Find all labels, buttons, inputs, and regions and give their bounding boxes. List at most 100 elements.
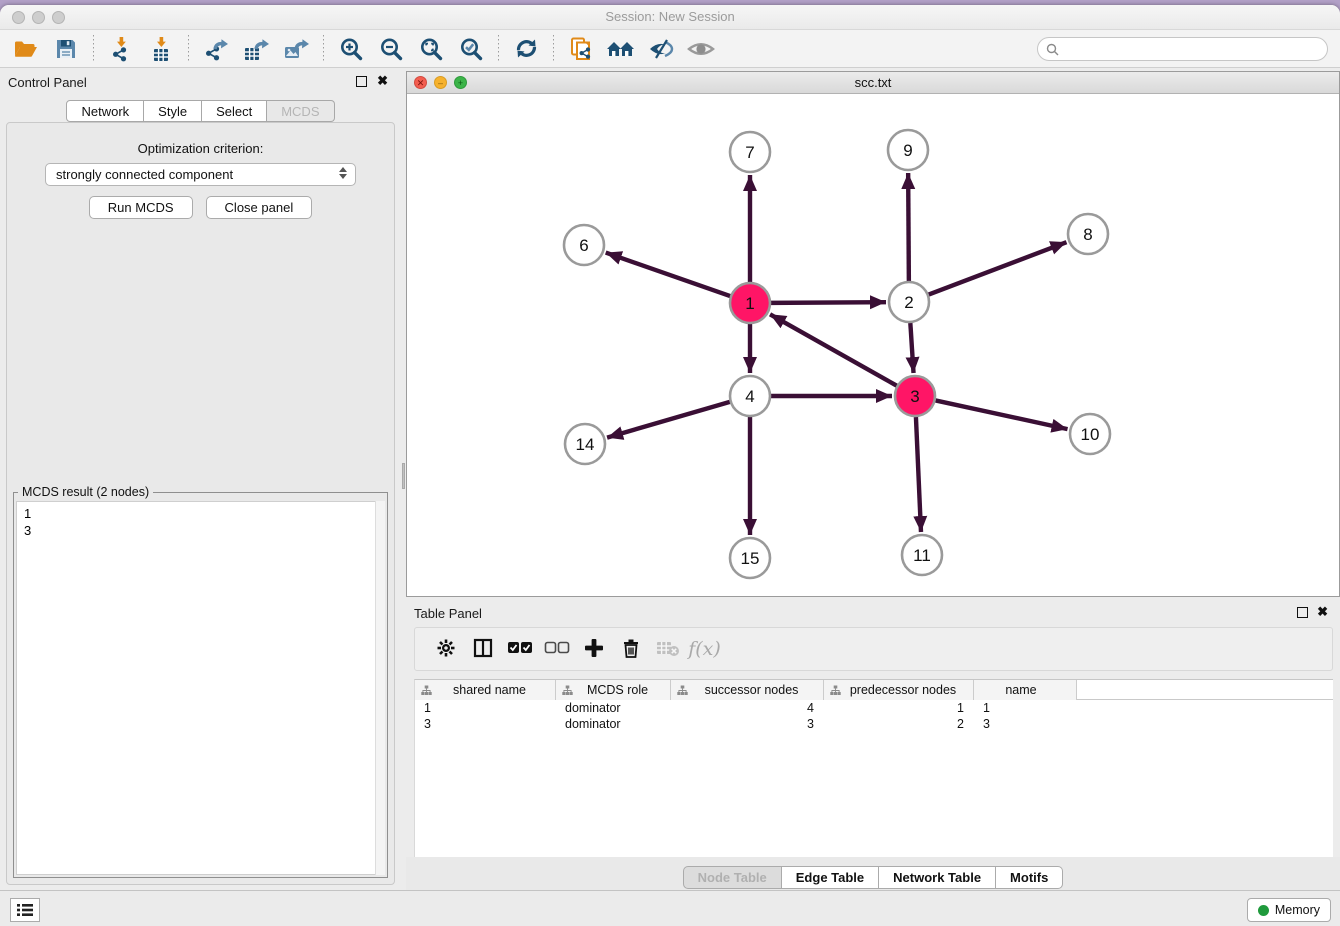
edge-2-9[interactable] bbox=[908, 173, 909, 281]
column-header-name[interactable]: name bbox=[974, 680, 1077, 700]
node-1[interactable]: 1 bbox=[730, 283, 770, 323]
tab-motifs[interactable]: Motifs bbox=[996, 866, 1063, 889]
table-panel-header: Table Panel ✖ bbox=[406, 599, 1340, 625]
delete-table-button bbox=[649, 632, 686, 666]
tab-node-table[interactable]: Node Table bbox=[683, 866, 782, 889]
node-7[interactable]: 7 bbox=[730, 132, 770, 172]
node-label: 15 bbox=[741, 549, 760, 568]
table-row[interactable]: 3dominator323 bbox=[415, 716, 1333, 732]
node-2[interactable]: 2 bbox=[889, 282, 929, 322]
table-panel: Table Panel ✖ f(x) shared nameMCDS roles… bbox=[406, 599, 1340, 895]
column-header-MCDS-role[interactable]: MCDS role bbox=[556, 680, 671, 700]
export-network-button[interactable] bbox=[196, 33, 236, 65]
node-label: 9 bbox=[903, 141, 912, 160]
memory-button[interactable]: Memory bbox=[1247, 898, 1331, 922]
edge-3-1[interactable] bbox=[770, 314, 897, 385]
node-6[interactable]: 6 bbox=[564, 225, 604, 265]
split-columns-button[interactable] bbox=[464, 632, 501, 666]
export-network-icon bbox=[203, 36, 229, 62]
column-header-predecessor-nodes[interactable]: predecessor nodes bbox=[824, 680, 974, 700]
function-builder-button: f(x) bbox=[686, 632, 723, 666]
tab-network-table[interactable]: Network Table bbox=[879, 866, 996, 889]
import-table-icon bbox=[148, 36, 174, 62]
cell: 3 bbox=[671, 716, 824, 732]
table-close-panel-icon[interactable]: ✖ bbox=[1317, 604, 1328, 620]
network-graph[interactable]: 7 9 6 8 1 2 4 3 14 10 15 11 bbox=[407, 94, 1339, 598]
add-button[interactable] bbox=[575, 632, 612, 666]
criterion-select[interactable]: strongly connected component bbox=[45, 163, 356, 186]
hide-visibility-icon bbox=[647, 37, 675, 61]
network-window-title: scc.txt bbox=[407, 75, 1339, 90]
node-3[interactable]: 3 bbox=[895, 376, 935, 416]
tab-network[interactable]: Network bbox=[66, 100, 144, 122]
cell: 2 bbox=[824, 716, 974, 732]
export-image-button[interactable] bbox=[276, 33, 316, 65]
deselect-all-checkboxes-button[interactable] bbox=[538, 632, 575, 666]
zoom-in-button[interactable] bbox=[331, 33, 371, 65]
task-list-icon bbox=[17, 903, 33, 917]
mcds-result-text[interactable]: 1 3 bbox=[16, 501, 385, 875]
show-visibility-button[interactable] bbox=[681, 33, 721, 65]
column-header-successor-nodes[interactable]: successor nodes bbox=[671, 680, 824, 700]
node-9[interactable]: 9 bbox=[888, 130, 928, 170]
task-history-button[interactable] bbox=[10, 898, 40, 922]
network-window-titlebar: ✕ – + scc.txt bbox=[407, 72, 1339, 94]
control-panel-tabs: NetworkStyleSelectMCDS bbox=[0, 100, 401, 122]
toolbar-group bbox=[196, 33, 316, 65]
node-10[interactable]: 10 bbox=[1070, 414, 1110, 454]
tab-select[interactable]: Select bbox=[202, 100, 267, 122]
status-bar: Memory bbox=[0, 890, 1340, 926]
zoom-out-button[interactable] bbox=[371, 33, 411, 65]
delete-trash-button[interactable] bbox=[612, 632, 649, 666]
hide-visibility-button[interactable] bbox=[641, 33, 681, 65]
window-title: Session: New Session bbox=[0, 9, 1340, 24]
import-table-button[interactable] bbox=[141, 33, 181, 65]
select-all-checkboxes-button[interactable] bbox=[501, 632, 538, 666]
open-session-button[interactable] bbox=[6, 33, 46, 65]
edge-3-11[interactable] bbox=[916, 417, 921, 532]
edge-1-6[interactable] bbox=[606, 253, 730, 296]
node-label: 1 bbox=[745, 294, 754, 313]
edge-4-14[interactable] bbox=[607, 402, 730, 438]
apply-layout-icon bbox=[514, 36, 539, 61]
select-all-checkboxes-icon bbox=[507, 641, 533, 658]
search-input[interactable] bbox=[1064, 42, 1327, 57]
show-visibility-icon bbox=[687, 37, 715, 61]
close-panel-button[interactable]: Close panel bbox=[206, 196, 313, 219]
node-15[interactable]: 15 bbox=[730, 538, 770, 578]
edge-3-10[interactable] bbox=[936, 400, 1068, 429]
zoom-selected-button[interactable] bbox=[451, 33, 491, 65]
network-home-button[interactable] bbox=[601, 33, 641, 65]
float-panel-icon[interactable] bbox=[356, 76, 367, 87]
export-table-button[interactable] bbox=[236, 33, 276, 65]
apply-layout-button[interactable] bbox=[506, 33, 546, 65]
tab-mcds[interactable]: MCDS bbox=[267, 100, 334, 122]
column-header-shared-name[interactable]: shared name bbox=[415, 680, 556, 700]
cell: 1 bbox=[824, 700, 974, 716]
import-network-button[interactable] bbox=[101, 33, 141, 65]
clone-network-button[interactable] bbox=[561, 33, 601, 65]
node-8[interactable]: 8 bbox=[1068, 214, 1108, 254]
table-row[interactable]: 1dominator411 bbox=[415, 700, 1333, 716]
split-columns-icon bbox=[472, 637, 494, 662]
edge-2-8[interactable] bbox=[929, 242, 1067, 294]
close-panel-icon[interactable]: ✖ bbox=[377, 73, 388, 89]
node-4[interactable]: 4 bbox=[730, 376, 770, 416]
search-box[interactable] bbox=[1037, 37, 1328, 61]
save-session-button[interactable] bbox=[46, 33, 86, 65]
cell: 3 bbox=[974, 716, 1077, 732]
delete-trash-icon bbox=[621, 637, 641, 662]
tab-edge-table[interactable]: Edge Table bbox=[782, 866, 879, 889]
edge-1-2[interactable] bbox=[771, 302, 886, 303]
table-float-panel-icon[interactable] bbox=[1297, 607, 1308, 618]
node-label: 11 bbox=[913, 546, 931, 565]
edge-2-3[interactable] bbox=[910, 323, 913, 373]
network-canvas[interactable]: 7 9 6 8 1 2 4 3 14 10 15 11 bbox=[407, 94, 1339, 596]
run-mcds-button[interactable]: Run MCDS bbox=[89, 196, 193, 219]
tab-style[interactable]: Style bbox=[144, 100, 202, 122]
result-scrollbar[interactable] bbox=[375, 501, 385, 875]
zoom-fit-content-button[interactable] bbox=[411, 33, 451, 65]
node-11[interactable]: 11 bbox=[902, 535, 942, 575]
table-settings-button[interactable] bbox=[427, 632, 464, 666]
node-14[interactable]: 14 bbox=[565, 424, 605, 464]
